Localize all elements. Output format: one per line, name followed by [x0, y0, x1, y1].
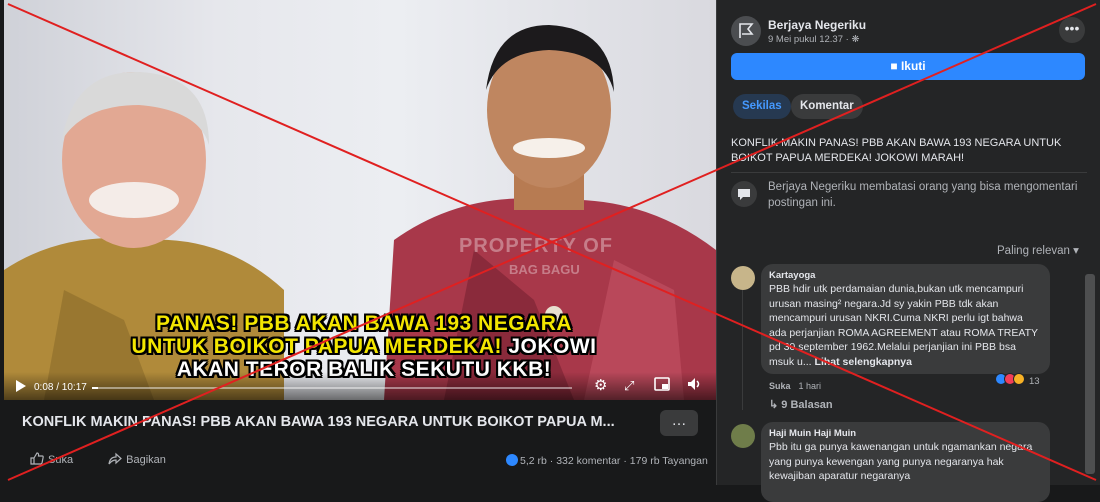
video-time: 0:08 / 10:17	[34, 382, 87, 393]
tab-overview[interactable]: Sekilas	[733, 94, 791, 119]
comment-restriction-notice: Berjaya Negeriku membatasi orang yang bi…	[768, 181, 1078, 209]
video-watermark-sub: BAG BAGU	[509, 262, 580, 277]
video-panel: PROPERTY OF BAG BAGU PANAS! PBB AKAN BAW…	[0, 0, 716, 485]
like-reaction-icon	[506, 454, 518, 466]
post-options-button[interactable]: •••	[1059, 17, 1085, 43]
caption-line-2-white: JOKOWI	[508, 335, 597, 358]
view-count: 179 rb Tayangan	[629, 455, 708, 467]
comment-count[interactable]: 332 komentar	[556, 455, 620, 467]
video-title-row: KONFLIK MAKIN PANAS! PBB AKAN BAWA 193 N…	[22, 408, 642, 436]
comment-sort-dropdown[interactable]: Paling relevan ▾	[997, 243, 1079, 257]
caption-line-1: PANAS! PBB AKAN BAWA 193 NEGARA	[155, 312, 573, 335]
reaction-count[interactable]: 5,2 rb	[520, 455, 547, 467]
view-replies-button[interactable]: ↳ 9 Balasan	[769, 398, 833, 411]
comment-reactions[interactable]: 13	[995, 373, 1040, 387]
post-panel: Berjaya Negeriku 9 Mei pukul 12.37 · ❋ •…	[716, 0, 1100, 502]
commenter-avatar[interactable]	[731, 424, 755, 448]
caption-line-2-yellow: UNTUK BOIKOT PAPUA MERDEKA!	[131, 335, 502, 358]
video-watermark: PROPERTY OF	[459, 235, 613, 257]
video-player[interactable]: PROPERTY OF BAG BAGU PANAS! PBB AKAN BAW…	[4, 0, 716, 400]
tab-comments[interactable]: Komentar	[791, 94, 863, 119]
comment-sort-label: Paling relevan	[997, 245, 1070, 257]
post-text: KONFLIK MAKIN PANAS! PBB AKAN BAWA 193 N…	[731, 137, 1062, 164]
stats-separator-1: ·	[549, 455, 554, 467]
like-label: Suka	[48, 454, 74, 466]
follow-icon: ■	[890, 59, 898, 73]
divider	[731, 172, 1087, 173]
video-actions: Suka Bagikan	[30, 452, 198, 466]
follow-label: Ikuti	[900, 59, 926, 73]
globe-icon: ❋	[851, 34, 860, 45]
video-title: KONFLIK MAKIN PANAS! PBB AKAN BAWA 193 N…	[22, 414, 615, 430]
commenter-name[interactable]: Kartayoga	[769, 269, 1042, 282]
share-icon	[108, 452, 123, 465]
comment-bubble: Haji Muin Haji Muin Pbb itu ga punya kaw…	[761, 422, 1050, 502]
replies-label: 9 Balasan	[781, 399, 833, 411]
post-date-text: 9 Mei pukul 12.37 ·	[768, 34, 849, 45]
comment-text: PBB hdir utk perdamaian dunia,bukan utk …	[769, 282, 1042, 369]
video-progress-fill	[92, 387, 99, 389]
chevron-down-icon: ▾	[1073, 245, 1079, 257]
comment-age: 1 hari	[798, 381, 822, 391]
more-options-button[interactable]: …	[660, 410, 698, 436]
post-date: 9 Mei pukul 12.37 · ❋	[768, 34, 859, 45]
commenter-avatar[interactable]	[731, 266, 755, 290]
haha-reaction-icon	[1013, 373, 1025, 385]
like-button[interactable]: Suka	[30, 452, 89, 466]
scrollbar[interactable]	[1085, 274, 1095, 474]
video-caption: PANAS! PBB AKAN BAWA 193 NEGARA UNTUK BO…	[104, 312, 624, 381]
video-controls: 0:08 / 10:17 ⚙ ⤢	[4, 372, 716, 400]
volume-icon[interactable]	[687, 377, 701, 396]
play-icon[interactable]	[16, 380, 26, 392]
follow-button[interactable]: ■ Ikuti	[731, 53, 1085, 80]
page-avatar[interactable]	[731, 16, 761, 46]
reply-arrow-icon: ↳	[769, 399, 779, 411]
thread-line	[742, 290, 743, 410]
comment-restricted-icon	[731, 181, 757, 207]
share-button[interactable]: Bagikan	[108, 452, 182, 466]
comment-meta: Suka 1 hari	[769, 381, 821, 391]
share-label: Bagikan	[126, 454, 166, 466]
comment-text: Pbb itu ga punya kawenangan untuk ngaman…	[769, 441, 1033, 482]
page-name[interactable]: Berjaya Negeriku	[768, 18, 866, 32]
caption-line-2: UNTUK BOIKOT PAPUA MERDEKA! JOKOWI	[104, 335, 624, 358]
stats-separator-2: ·	[623, 455, 627, 467]
commenter-name[interactable]: Haji Muin Haji Muin	[769, 427, 1042, 440]
comment-bubble: Kartayoga PBB hdir utk perdamaian dunia,…	[761, 264, 1050, 374]
video-stats: 5,2 rb · 332 komentar · 179 rb Tayangan	[506, 454, 708, 467]
gear-icon[interactable]: ⚙	[594, 377, 607, 395]
video-progress-bar[interactable]	[92, 387, 572, 389]
comment-reaction-count: 13	[1029, 376, 1040, 387]
comment-like-button[interactable]: Suka	[769, 381, 791, 391]
thumbs-up-icon	[30, 452, 44, 465]
fullscreen-icon[interactable]: ⤢	[624, 377, 634, 395]
see-more-link[interactable]: Lihat selengkapnya	[815, 356, 912, 368]
picture-in-picture-icon[interactable]	[654, 377, 670, 396]
